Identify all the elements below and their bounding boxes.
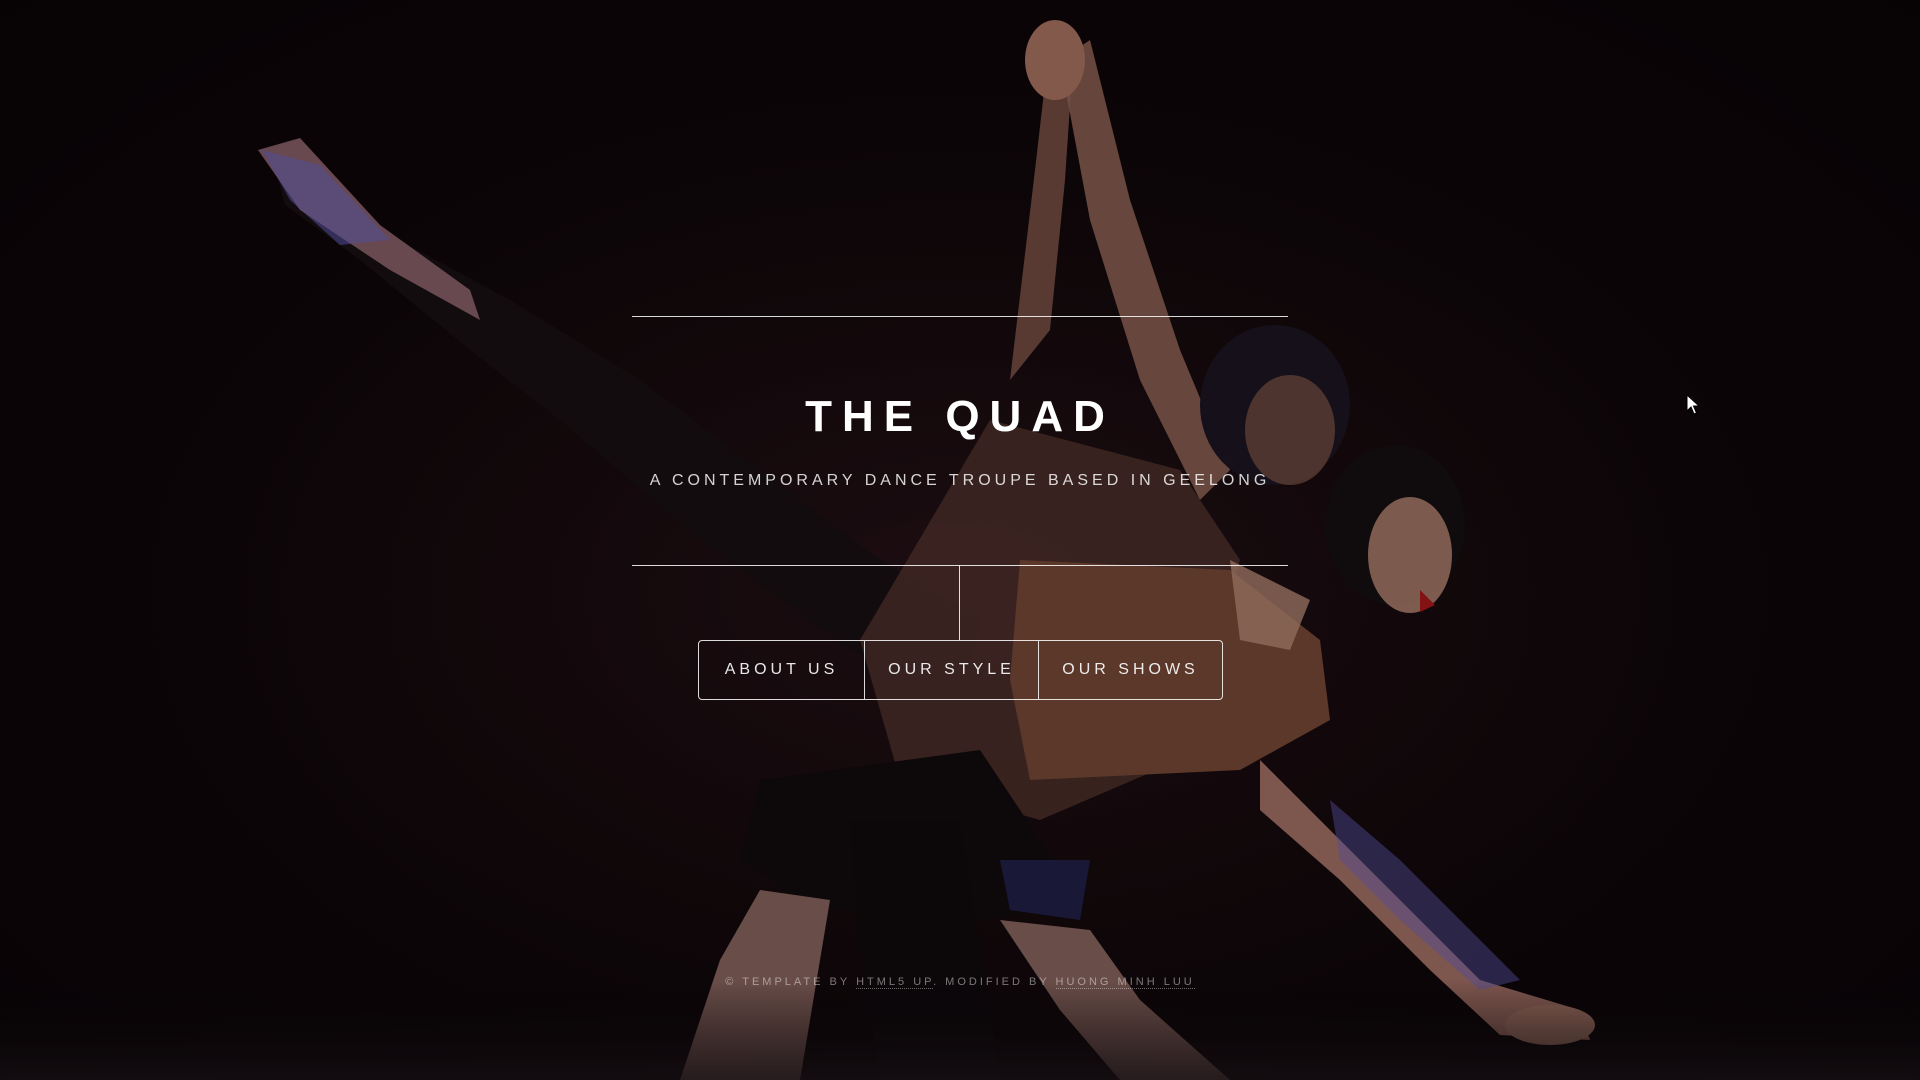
footer-author-link[interactable]: HUONG MINH LUU [1055, 976, 1195, 989]
header-nav-connector-line [959, 565, 960, 640]
footer-template-link[interactable]: HTML5 UP [856, 976, 934, 989]
nav-item-our-style[interactable]: OUR STYLE [864, 641, 1038, 699]
site-header: THE QUAD A CONTEMPORARY DANCE TROUPE BAS… [632, 316, 1288, 566]
footer-prefix: © TEMPLATE BY [725, 976, 857, 988]
footer-credits: © TEMPLATE BY HTML5 UP. MODIFIED BY HUON… [0, 976, 1920, 989]
nav-item-about-us[interactable]: ABOUT US [699, 641, 864, 699]
nav-item-our-shows[interactable]: OUR SHOWS [1038, 641, 1222, 699]
landing-page: THE QUAD A CONTEMPORARY DANCE TROUPE BAS… [0, 0, 1920, 1080]
main-nav: ABOUT US OUR STYLE OUR SHOWS [698, 640, 1223, 700]
site-tagline: A CONTEMPORARY DANCE TROUPE BASED IN GEE… [649, 472, 1271, 489]
footer-middle: . MODIFIED BY [933, 976, 1056, 988]
site-title: THE QUAD [805, 392, 1115, 441]
mouse-pointer-icon [1686, 394, 1700, 415]
